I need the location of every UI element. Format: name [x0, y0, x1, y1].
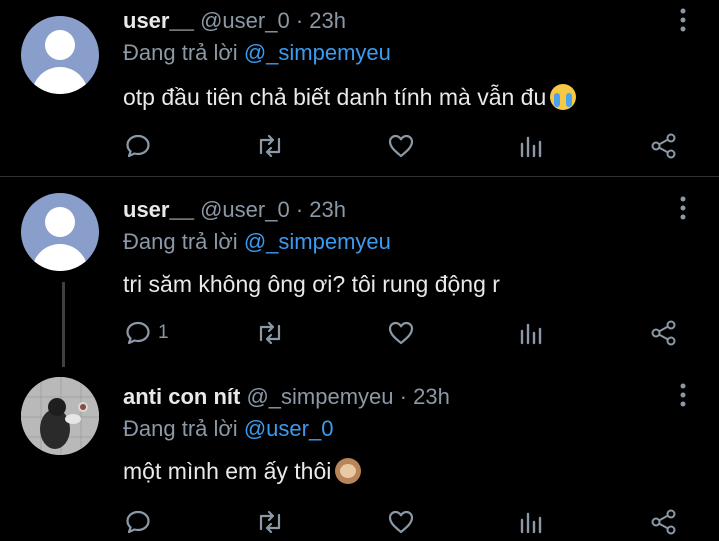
comment-icon: [126, 510, 150, 534]
separator-dot: ·: [399, 384, 407, 409]
replying-to: Đang trả lời @_simpemyeu: [123, 40, 391, 66]
heart-icon: [388, 134, 414, 158]
replying-to-label: Đang trả lời: [123, 229, 238, 254]
display-name[interactable]: user__: [123, 8, 194, 33]
reply-button[interactable]: 1: [124, 315, 169, 351]
comment-icon: [126, 321, 150, 345]
more-vertical-icon[interactable]: [676, 195, 690, 221]
reply-count: 1: [158, 322, 169, 343]
heart-icon: [388, 510, 414, 534]
replying-to-label: Đang trả lời: [123, 40, 238, 65]
avatar-default[interactable]: [21, 16, 99, 94]
retweet-icon: [259, 510, 281, 534]
like-button[interactable]: [387, 504, 415, 540]
replying-to-label: Đang trả lời: [123, 416, 238, 441]
replying-to: Đang trả lời @user_0: [123, 416, 333, 442]
thread-connector-line: [62, 282, 65, 367]
tweet-text: một mình em ấy thôi: [123, 458, 362, 485]
analytics-icon: [520, 323, 542, 345]
see-no-evil-monkey-icon: [335, 458, 362, 484]
share-icon: [651, 133, 676, 159]
like-button[interactable]: [387, 128, 415, 164]
comment-icon: [126, 134, 150, 158]
user-handle[interactable]: @user_0: [200, 8, 290, 33]
timestamp[interactable]: 23h: [309, 8, 346, 33]
profile-photo-image: [21, 377, 99, 455]
tweet-header: user__ @user_0 · 23h: [123, 8, 346, 34]
user-handle[interactable]: @user_0: [200, 197, 290, 222]
share-icon: [651, 320, 676, 346]
share-button[interactable]: [650, 315, 678, 351]
retweet-icon: [259, 134, 281, 158]
tweet-header: user__ @user_0 · 23h: [123, 197, 346, 223]
share-icon: [651, 509, 676, 535]
more-vertical-icon[interactable]: [676, 7, 690, 33]
tweet-1[interactable]: user__ @user_0 · 23h Đang trả lời @_simp…: [0, 0, 719, 175]
avatar-photo[interactable]: [21, 377, 99, 455]
tweet-actions: 1: [0, 315, 719, 351]
replying-to-link[interactable]: @_simpemyeu: [244, 229, 391, 254]
tweet-2[interactable]: user__ @user_0 · 23h Đang trả lời @_simp…: [0, 177, 719, 362]
separator-dot: ·: [295, 8, 304, 33]
analytics-icon: [520, 136, 542, 158]
retweet-button[interactable]: [255, 504, 285, 540]
separator-dot: ·: [295, 197, 304, 222]
tweet-text-body: một mình em ấy thôi: [123, 458, 332, 484]
loudly-crying-face-icon: [550, 84, 577, 110]
heart-icon: [388, 321, 414, 345]
retweet-icon: [259, 321, 281, 345]
retweet-button[interactable]: [255, 128, 285, 164]
tweet-3[interactable]: anti con nít @_simpemyeu · 23h Đang trả …: [0, 362, 719, 541]
display-name[interactable]: user__: [123, 197, 194, 222]
like-button[interactable]: [387, 315, 415, 351]
tweet-text-body: tri săm không ông ơi? tôi rung động r: [123, 271, 500, 297]
share-button[interactable]: [650, 128, 678, 164]
analytics-button[interactable]: [518, 504, 546, 540]
tweet-header: anti con nít @_simpemyeu · 23h: [123, 384, 450, 410]
timestamp[interactable]: 23h: [413, 384, 450, 409]
display-name[interactable]: anti con nít: [123, 384, 240, 409]
user-handle[interactable]: @_simpemyeu: [246, 384, 393, 409]
share-button[interactable]: [650, 504, 678, 540]
tweet-text: tri săm không ông ơi? tôi rung động r: [123, 271, 500, 298]
replying-to: Đang trả lời @_simpemyeu: [123, 229, 391, 255]
tweet-text: otp đầu tiên chả biết danh tính mà vẫn đ…: [123, 84, 577, 111]
analytics-icon: [520, 512, 542, 534]
tweet-text-body: otp đầu tiên chả biết danh tính mà vẫn đ…: [123, 84, 547, 110]
timestamp[interactable]: 23h: [309, 197, 346, 222]
retweet-button[interactable]: [255, 315, 285, 351]
avatar-default[interactable]: [21, 193, 99, 271]
reply-button[interactable]: [124, 128, 158, 164]
analytics-button[interactable]: [518, 315, 546, 351]
analytics-button[interactable]: [518, 128, 546, 164]
reply-button[interactable]: [124, 504, 158, 540]
tweet-actions: [0, 504, 719, 540]
more-vertical-icon[interactable]: [676, 382, 690, 408]
tweet-actions: [0, 128, 719, 164]
replying-to-link[interactable]: @_simpemyeu: [244, 40, 391, 65]
replying-to-link[interactable]: @user_0: [244, 416, 334, 441]
